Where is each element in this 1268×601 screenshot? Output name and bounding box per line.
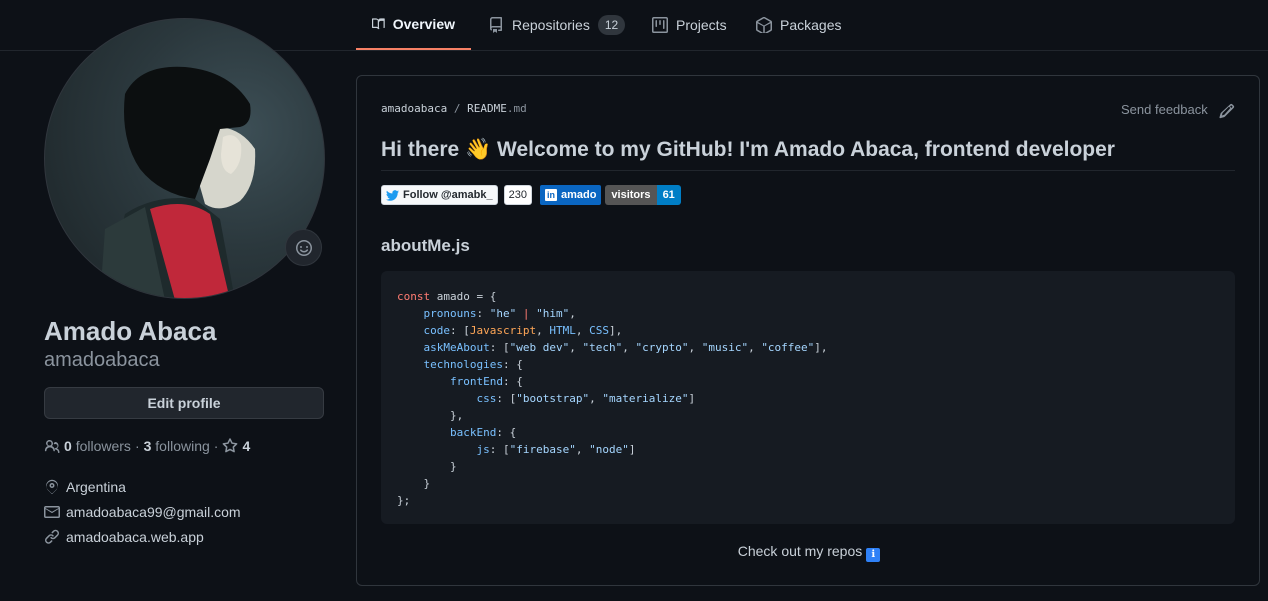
check-out-repos-text: Check out my repos bbox=[737, 543, 863, 559]
followers-label: followers bbox=[75, 438, 131, 454]
followers-count: 0 bbox=[64, 438, 72, 454]
tab-label: Repositories bbox=[512, 17, 590, 33]
visitors-badge: visitors 61 bbox=[605, 185, 681, 205]
tab-packages[interactable]: Packages bbox=[740, 0, 857, 50]
tab-projects[interactable]: Projects bbox=[636, 0, 743, 50]
twitter-follower-count: 230 bbox=[503, 185, 532, 205]
location-text: Argentina bbox=[66, 479, 126, 495]
information-icon: ℹ bbox=[866, 548, 881, 562]
avatar[interactable] bbox=[44, 18, 325, 299]
repo-count-badge: 12 bbox=[597, 15, 626, 35]
book-icon bbox=[372, 18, 385, 30]
profile-username: amadoabaca bbox=[44, 349, 160, 371]
following-label: following bbox=[155, 438, 210, 454]
following-count: 3 bbox=[143, 438, 152, 454]
readme-owner-link[interactable]: amadoabaca bbox=[381, 102, 447, 115]
email-text: amadoabaca99@gmail.com bbox=[66, 504, 241, 520]
linkedin-badge[interactable]: in amado bbox=[539, 185, 602, 205]
avatar-illustration bbox=[100, 66, 256, 298]
send-feedback-link[interactable]: Send feedback bbox=[1121, 102, 1208, 117]
people-icon bbox=[44, 440, 60, 454]
project-icon bbox=[652, 17, 668, 33]
badge-row: Follow @amabk_ 230 in amado visitors 61 bbox=[381, 185, 681, 205]
linkedin-icon: in bbox=[544, 189, 557, 201]
edit-profile-button[interactable]: Edit profile bbox=[44, 387, 324, 419]
package-icon bbox=[756, 17, 772, 33]
profile-email[interactable]: amadoabaca99@gmail.com bbox=[44, 504, 241, 520]
tab-label: Packages bbox=[780, 17, 842, 33]
following-link[interactable]: 3 following bbox=[144, 438, 210, 454]
visitors-label: visitors bbox=[605, 185, 657, 205]
about-me-code: const amado = { pronouns: "he" | "him", … bbox=[397, 290, 828, 507]
code-block[interactable]: const amado = { pronouns: "he" | "him", … bbox=[381, 271, 1235, 524]
check-out-repos: Check out my repos ℹ bbox=[357, 543, 1261, 562]
visitors-count: 61 bbox=[656, 185, 681, 205]
twitter-icon bbox=[386, 189, 399, 201]
tab-label: Overview bbox=[392, 16, 455, 32]
tab-repositories[interactable]: Repositories 12 bbox=[472, 0, 641, 50]
readme-file-ext: .md bbox=[506, 102, 527, 115]
repo-icon bbox=[490, 17, 502, 33]
twitter-badge-label: Follow @amabk_ bbox=[403, 189, 493, 201]
linkedin-badge-label: amado bbox=[560, 189, 597, 201]
profile-full-name: Amado Abaca bbox=[44, 316, 217, 346]
star-icon bbox=[223, 438, 238, 453]
stars-count: 4 bbox=[242, 438, 251, 454]
set-status-button[interactable] bbox=[285, 229, 322, 266]
stars-link[interactable]: 4 bbox=[222, 438, 250, 454]
profile-website[interactable]: amadoabaca.web.app bbox=[44, 529, 204, 545]
profile-location: Argentina bbox=[44, 479, 126, 495]
readme-path: amadoabaca / README.md bbox=[381, 102, 527, 115]
mail-icon bbox=[44, 506, 60, 518]
tab-label: Projects bbox=[676, 17, 727, 33]
readme-heading: Hi there 👋 Welcome to my GitHub! I'm Ama… bbox=[381, 138, 1235, 171]
follow-stats: 0 followers · 3 following · 4 bbox=[44, 438, 250, 454]
twitter-follow-badge[interactable]: Follow @amabk_ bbox=[381, 185, 498, 205]
separator-dot: · bbox=[213, 438, 219, 454]
website-text: amadoabaca.web.app bbox=[66, 529, 204, 545]
link-icon bbox=[45, 529, 60, 544]
followers-link[interactable]: 0 followers bbox=[64, 438, 131, 454]
path-separator: / bbox=[453, 102, 461, 115]
smiley-icon bbox=[295, 239, 312, 256]
separator-dot: · bbox=[134, 438, 140, 454]
readme-file-name[interactable]: README bbox=[467, 102, 507, 115]
pencil-icon[interactable] bbox=[1219, 103, 1235, 119]
readme-panel: amadoabaca / README.md Send feedback Hi … bbox=[356, 75, 1260, 586]
tab-overview[interactable]: Overview bbox=[356, 0, 471, 50]
location-icon bbox=[46, 479, 58, 494]
about-me-heading: aboutMe.js bbox=[381, 236, 470, 255]
